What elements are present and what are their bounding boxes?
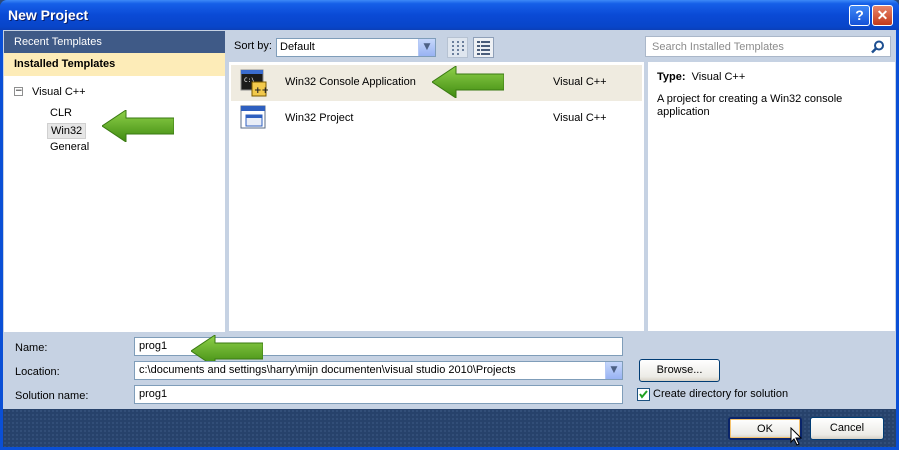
tree-node-label: Visual C++ — [32, 86, 86, 98]
template-name: Win32 Console Application — [285, 76, 416, 88]
template-list: C:\ ++ Win32 Console Application Visual … — [229, 62, 644, 331]
help-button[interactable]: ? — [849, 5, 870, 26]
template-categories-pane: Recent Templates Installed Templates − V… — [4, 31, 225, 332]
list-view-button[interactable] — [447, 37, 468, 58]
detail-view-button[interactable] — [473, 37, 494, 58]
create-directory-checkbox[interactable] — [637, 388, 650, 401]
window-title: New Project — [8, 7, 89, 23]
check-icon — [639, 390, 648, 399]
list-view-icon — [452, 41, 464, 55]
solution-name-label: Solution name: — [15, 390, 89, 402]
location-field[interactable]: c:\documents and settings\harry\mijn doc… — [134, 361, 623, 380]
template-name: Win32 Project — [285, 112, 354, 124]
sort-toolbar: Sort by: Default ▼ — [228, 33, 628, 59]
green-arrow-icon — [432, 66, 504, 98]
template-language: Visual C++ — [553, 76, 607, 88]
cancel-button[interactable]: Cancel — [810, 417, 884, 440]
title-bar[interactable]: New Project ? ✕ — [0, 0, 899, 30]
search-placeholder: Search Installed Templates — [652, 41, 784, 53]
detail-view-icon — [477, 41, 490, 55]
location-value: c:\documents and settings\harry\mijn doc… — [139, 364, 516, 376]
browse-button[interactable]: Browse... — [639, 359, 720, 382]
template-info-pane: Type: Visual C++ A project for creating … — [648, 62, 895, 331]
sort-by-value: Default — [280, 41, 315, 53]
dialog-client: Recent Templates Installed Templates − V… — [3, 30, 896, 447]
template-description: A project for creating a Win32 console a… — [657, 93, 843, 118]
create-directory-label: Create directory for solution — [653, 388, 789, 400]
template-language: Visual C++ — [553, 112, 607, 124]
search-input[interactable]: Search Installed Templates — [645, 36, 891, 57]
collapse-expander-icon[interactable]: − — [14, 87, 23, 96]
console-app-icon: C:\ ++ — [240, 69, 268, 97]
dialog-button-bar: OK Cancel — [3, 409, 896, 447]
win32-project-icon — [240, 105, 266, 129]
solution-name-value: prog1 — [139, 388, 168, 400]
solution-name-field[interactable]: prog1 — [134, 385, 623, 404]
tree-node-general[interactable]: General — [47, 140, 92, 156]
name-label: Name: — [15, 342, 48, 354]
new-project-dialog: New Project ? ✕ Recent Templates Install… — [0, 0, 899, 450]
installed-templates-header[interactable]: Installed Templates — [4, 53, 225, 76]
location-label: Location: — [15, 366, 60, 378]
mouse-cursor-icon — [790, 427, 803, 446]
template-item-win32-project[interactable]: Win32 Project Visual C++ — [231, 101, 642, 137]
template-type: Type: Visual C++ — [657, 71, 745, 83]
recent-templates-header[interactable]: Recent Templates — [4, 31, 225, 53]
sort-by-label: Sort by: — [234, 40, 272, 52]
name-value: prog1 — [139, 340, 168, 352]
type-label: Type: — [657, 71, 686, 83]
sort-by-select[interactable]: Default ▼ — [276, 38, 436, 57]
type-value: Visual C++ — [691, 71, 746, 83]
search-icon[interactable] — [870, 39, 886, 55]
close-button[interactable]: ✕ — [872, 5, 893, 26]
tree-node-win32[interactable]: Win32 — [47, 123, 87, 139]
chevron-down-icon[interactable]: ▼ — [605, 362, 622, 379]
green-arrow-icon — [102, 110, 174, 142]
svg-text:++: ++ — [254, 86, 268, 96]
chevron-down-icon[interactable]: ▼ — [418, 39, 435, 56]
tree-node-clr[interactable]: CLR — [47, 106, 75, 122]
